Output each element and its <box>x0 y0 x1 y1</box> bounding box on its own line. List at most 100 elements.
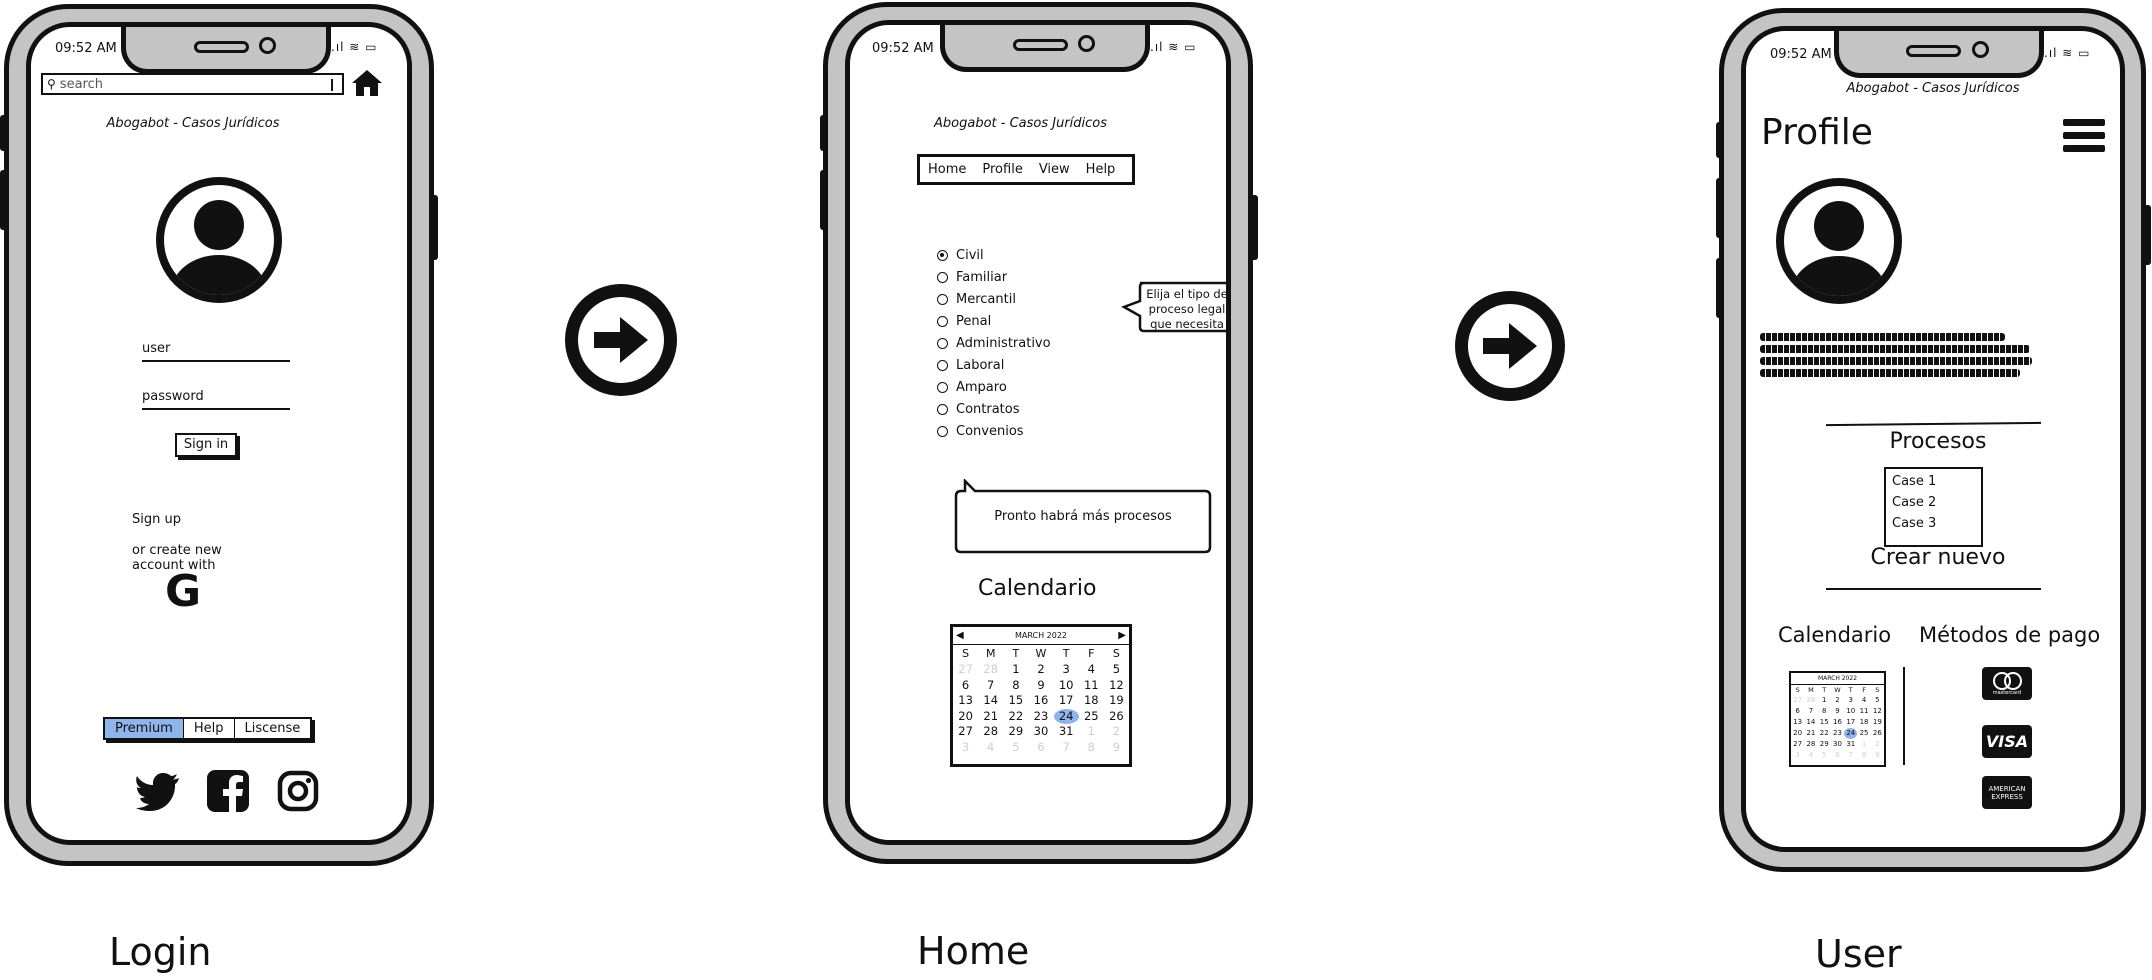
calendar-day[interactable]: 31 <box>1054 724 1079 740</box>
signup-link[interactable]: Sign up <box>132 512 181 527</box>
calendar-day[interactable]: 16 <box>1831 717 1844 728</box>
calendar-day[interactable]: 25 <box>1857 728 1870 739</box>
calendar-day[interactable]: 28 <box>1804 739 1817 750</box>
calendar-day[interactable]: 2 <box>1831 695 1844 706</box>
calendar-day[interactable]: 1 <box>1003 662 1028 678</box>
instagram-icon[interactable] <box>277 770 319 812</box>
calendar-day[interactable]: 17 <box>1054 693 1079 709</box>
calendar-day[interactable]: 27 <box>953 662 978 678</box>
nav-view[interactable]: View <box>1031 157 1078 182</box>
calendar-day[interactable]: 8 <box>1857 750 1870 761</box>
calendar-day[interactable]: 19 <box>1871 717 1884 728</box>
radio-penal[interactable]: Penal <box>937 310 1051 332</box>
nav-help[interactable]: Help <box>1078 157 1124 182</box>
calendar-day[interactable]: 28 <box>978 724 1003 740</box>
calendar-day[interactable]: 29 <box>1003 724 1028 740</box>
calendar-day[interactable]: 23 <box>1028 709 1053 725</box>
amex-icon[interactable]: AMERICAN EXPRESS <box>1982 776 2032 809</box>
hamburger-menu-icon[interactable] <box>2063 119 2105 152</box>
radio-amparo[interactable]: Amparo <box>937 376 1051 398</box>
calendar-day[interactable]: 8 <box>1818 706 1831 717</box>
calendar-day[interactable]: 2 <box>1028 662 1053 678</box>
twitter-icon[interactable] <box>136 773 180 811</box>
calendar-day[interactable]: 15 <box>1003 693 1028 709</box>
calendar-day[interactable]: 9 <box>1871 750 1884 761</box>
calendar-day[interactable]: 15 <box>1818 717 1831 728</box>
calendar-day[interactable]: 1 <box>1079 724 1104 740</box>
radio-contratos[interactable]: Contratos <box>937 398 1051 420</box>
calendar-day[interactable]: 4 <box>1804 750 1817 761</box>
calendar-day[interactable]: 18 <box>1857 717 1870 728</box>
calendar-day[interactable]: 1 <box>1818 695 1831 706</box>
case-item[interactable]: Case 1 <box>1892 471 1975 492</box>
calendar-day[interactable]: 27 <box>1791 739 1804 750</box>
tab-help[interactable]: Help <box>184 719 235 738</box>
calendar-day[interactable]: 21 <box>1804 728 1817 739</box>
tab-premium[interactable]: Premium <box>105 719 184 738</box>
calendar-day[interactable]: 9 <box>1028 678 1053 694</box>
calendar-day[interactable]: 12 <box>1871 706 1884 717</box>
calendar-day[interactable]: 6 <box>1028 740 1053 756</box>
next-month-icon[interactable]: ▶ <box>1118 630 1126 641</box>
calendar-day[interactable]: 27 <box>1791 695 1804 706</box>
calendar-day[interactable]: 16 <box>1028 693 1053 709</box>
calendar-day[interactable]: 8 <box>1079 740 1104 756</box>
calendar-day[interactable]: 5 <box>1003 740 1028 756</box>
calendar-day[interactable]: 10 <box>1054 678 1079 694</box>
calendar-day[interactable]: 27 <box>953 724 978 740</box>
calendar-day[interactable]: 2 <box>1104 724 1129 740</box>
signin-button[interactable]: Sign in <box>175 433 237 457</box>
calendar-day[interactable]: 17 <box>1844 717 1857 728</box>
calendar-day[interactable]: 25 <box>1079 709 1104 725</box>
calendar-day[interactable]: 11 <box>1857 706 1870 717</box>
case-item[interactable]: Case 2 <box>1892 492 1975 513</box>
tab-liscense[interactable]: Liscense <box>235 719 311 738</box>
calendar-day[interactable]: 14 <box>1804 717 1817 728</box>
radio-mercantil[interactable]: Mercantil <box>937 288 1051 310</box>
radio-civil[interactable]: Civil <box>937 244 1051 266</box>
search-input[interactable]: ⚲ search ❙ <box>41 73 344 95</box>
calendar-day[interactable]: 3 <box>1844 695 1857 706</box>
calendar-day[interactable]: 4 <box>978 740 1003 756</box>
radio-familiar[interactable]: Familiar <box>937 266 1051 288</box>
calendar-day[interactable]: 26 <box>1871 728 1884 739</box>
calendar-day[interactable]: 11 <box>1079 678 1104 694</box>
calendar-day[interactable]: 5 <box>1871 695 1884 706</box>
calendar-day[interactable]: 31 <box>1844 739 1857 750</box>
calendar-day[interactable]: 8 <box>1003 678 1028 694</box>
mastercard-icon[interactable]: mastercard <box>1982 667 2032 700</box>
calendar-day[interactable]: 20 <box>1791 728 1804 739</box>
calendar-day[interactable]: 7 <box>1804 706 1817 717</box>
calendar-day[interactable]: 2 <box>1871 739 1884 750</box>
home-icon[interactable] <box>351 69 383 97</box>
calendar-day[interactable]: 30 <box>1831 739 1844 750</box>
calendar-day[interactable]: 3 <box>1054 662 1079 678</box>
calendar-day[interactable]: 7 <box>978 678 1003 694</box>
calendar-day[interactable]: 14 <box>978 693 1003 709</box>
calendar-day[interactable]: 5 <box>1104 662 1129 678</box>
calendar-day[interactable]: 1 <box>1857 739 1870 750</box>
calendar-day[interactable]: 6 <box>1791 706 1804 717</box>
calendar-day[interactable]: 3 <box>1791 750 1804 761</box>
calendar-day[interactable]: 18 <box>1079 693 1104 709</box>
calendar-day[interactable]: 6 <box>953 678 978 694</box>
calendar-day[interactable]: 28 <box>1804 695 1817 706</box>
calendar-day[interactable]: 23 <box>1831 728 1844 739</box>
calendar-day[interactable]: 7 <box>1844 750 1857 761</box>
calendar-day[interactable]: 13 <box>1791 717 1804 728</box>
calendar-day[interactable]: 24 <box>1053 708 1079 725</box>
prev-month-icon[interactable]: ◀ <box>956 630 964 641</box>
calendar-day[interactable]: 24 <box>1844 728 1858 739</box>
calendar-day[interactable]: 4 <box>1857 695 1870 706</box>
calendar-day[interactable]: 12 <box>1104 678 1129 694</box>
case-item[interactable]: Case 3 <box>1892 513 1975 534</box>
calendar-day[interactable]: 5 <box>1818 750 1831 761</box>
calendar-day[interactable]: 6 <box>1831 750 1844 761</box>
calendar-day[interactable]: 30 <box>1028 724 1053 740</box>
calendar-day[interactable]: 4 <box>1079 662 1104 678</box>
google-icon[interactable]: G <box>165 568 201 616</box>
radio-convenios[interactable]: Convenios <box>937 420 1051 442</box>
calendar-day[interactable]: 26 <box>1104 709 1129 725</box>
radio-laboral[interactable]: Laboral <box>937 354 1051 376</box>
calendar-day[interactable]: 7 <box>1054 740 1079 756</box>
